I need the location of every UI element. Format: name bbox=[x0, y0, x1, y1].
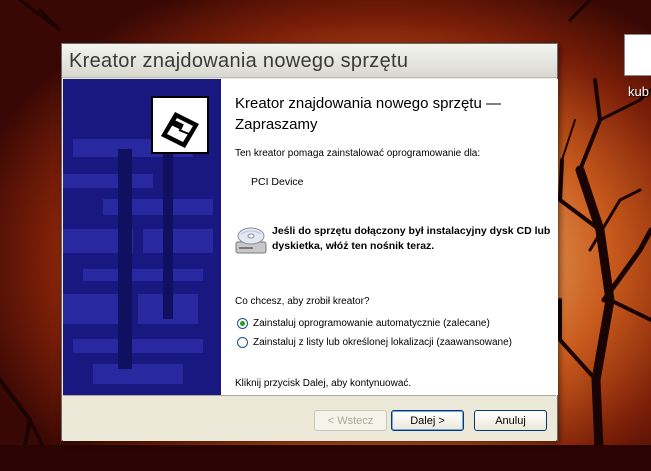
cd-drive-icon bbox=[235, 227, 267, 254]
wizard-heading: Kreator znajdowania nowego sprzętu — Zap… bbox=[235, 95, 501, 133]
device-name: PCI Device bbox=[251, 176, 304, 188]
cd-insert-note: Jeśli do sprzętu dołączony był instalacy… bbox=[272, 225, 551, 252]
next-button[interactable]: Dalej > bbox=[391, 410, 464, 431]
cancel-button[interactable]: Anuluj bbox=[474, 410, 547, 431]
found-new-hardware-wizard: Kreator znajdowania nowego sprzętu Kreat… bbox=[61, 43, 558, 441]
question-text: Co chcesz, aby zrobił kreator? bbox=[235, 296, 370, 307]
hardware-wizard-icon bbox=[151, 96, 209, 154]
desktop-icon-label[interactable]: kub bbox=[628, 84, 649, 99]
continue-hint: Kliknij przycisk Dalej, aby kontynuować. bbox=[235, 378, 412, 389]
wizard-content: Kreator znajdowania nowego sprzętu — Zap… bbox=[221, 79, 558, 395]
option-advanced-label[interactable]: Zainstaluj z listy lub określonej lokali… bbox=[253, 337, 512, 348]
radio-advanced[interactable] bbox=[237, 337, 248, 348]
radio-automatic[interactable] bbox=[237, 318, 248, 329]
desktop-file-icon[interactable] bbox=[624, 34, 651, 76]
wizard-footer: < Wstecz Dalej > Anuluj bbox=[63, 395, 556, 441]
option-automatic-label[interactable]: Zainstaluj oprogramowanie automatycznie … bbox=[253, 318, 490, 329]
intro-text: Ten kreator pomaga zainstalować oprogram… bbox=[235, 148, 481, 159]
back-button[interactable]: < Wstecz bbox=[314, 410, 387, 431]
wizard-banner bbox=[63, 79, 221, 395]
window-title: Kreator znajdowania nowego sprzętu bbox=[69, 50, 409, 72]
option-advanced[interactable]: Zainstaluj z listy lub określonej lokali… bbox=[237, 337, 512, 348]
title-bar[interactable]: Kreator znajdowania nowego sprzętu bbox=[62, 44, 557, 78]
option-automatic[interactable]: Zainstaluj oprogramowanie automatycznie … bbox=[237, 318, 490, 329]
